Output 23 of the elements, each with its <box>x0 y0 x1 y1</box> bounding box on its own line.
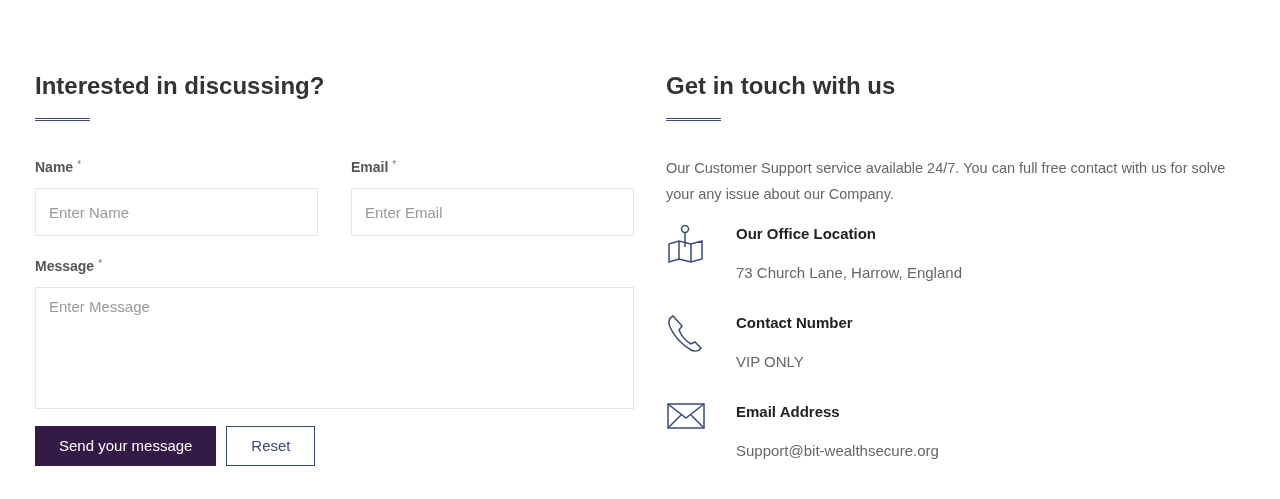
required-mark: * <box>77 158 82 172</box>
input-field[interactable]: Enter Email <box>351 188 634 236</box>
contact-title: Email Address <box>736 402 841 422</box>
message-field[interactable]: Enter Message <box>35 287 634 409</box>
contact-title: Contact Number <box>736 313 853 333</box>
contact-value: Support@bit-wealthsecure.org <box>736 440 939 461</box>
section-heading: Interested in discussing? <box>35 71 326 101</box>
phone-icon <box>667 314 705 354</box>
send-button[interactable]: Send your message <box>35 426 217 466</box>
input-field[interactable]: Enter Name <box>35 188 318 236</box>
contact-title: Our Office Location <box>736 224 877 244</box>
required-mark: * <box>392 158 397 172</box>
contact-value: VIP ONLY <box>736 351 805 372</box>
required-mark: * <box>98 257 103 271</box>
intro-text: Our Customer Support service available 24/7. You can full free contact with us for solve your any issue about our Company. <box>666 159 1227 204</box>
section-heading: Get in touch with us <box>666 71 897 101</box>
reset-button[interactable]: Reset <box>226 426 316 466</box>
field-label: Name <box>35 158 74 177</box>
envelope-icon <box>667 403 705 429</box>
field-label: Email <box>351 158 389 177</box>
field-label: Message <box>35 257 95 276</box>
map-pin-icon <box>668 225 704 265</box>
contact-value: 73 Church Lane, Harrow, England <box>736 262 962 283</box>
